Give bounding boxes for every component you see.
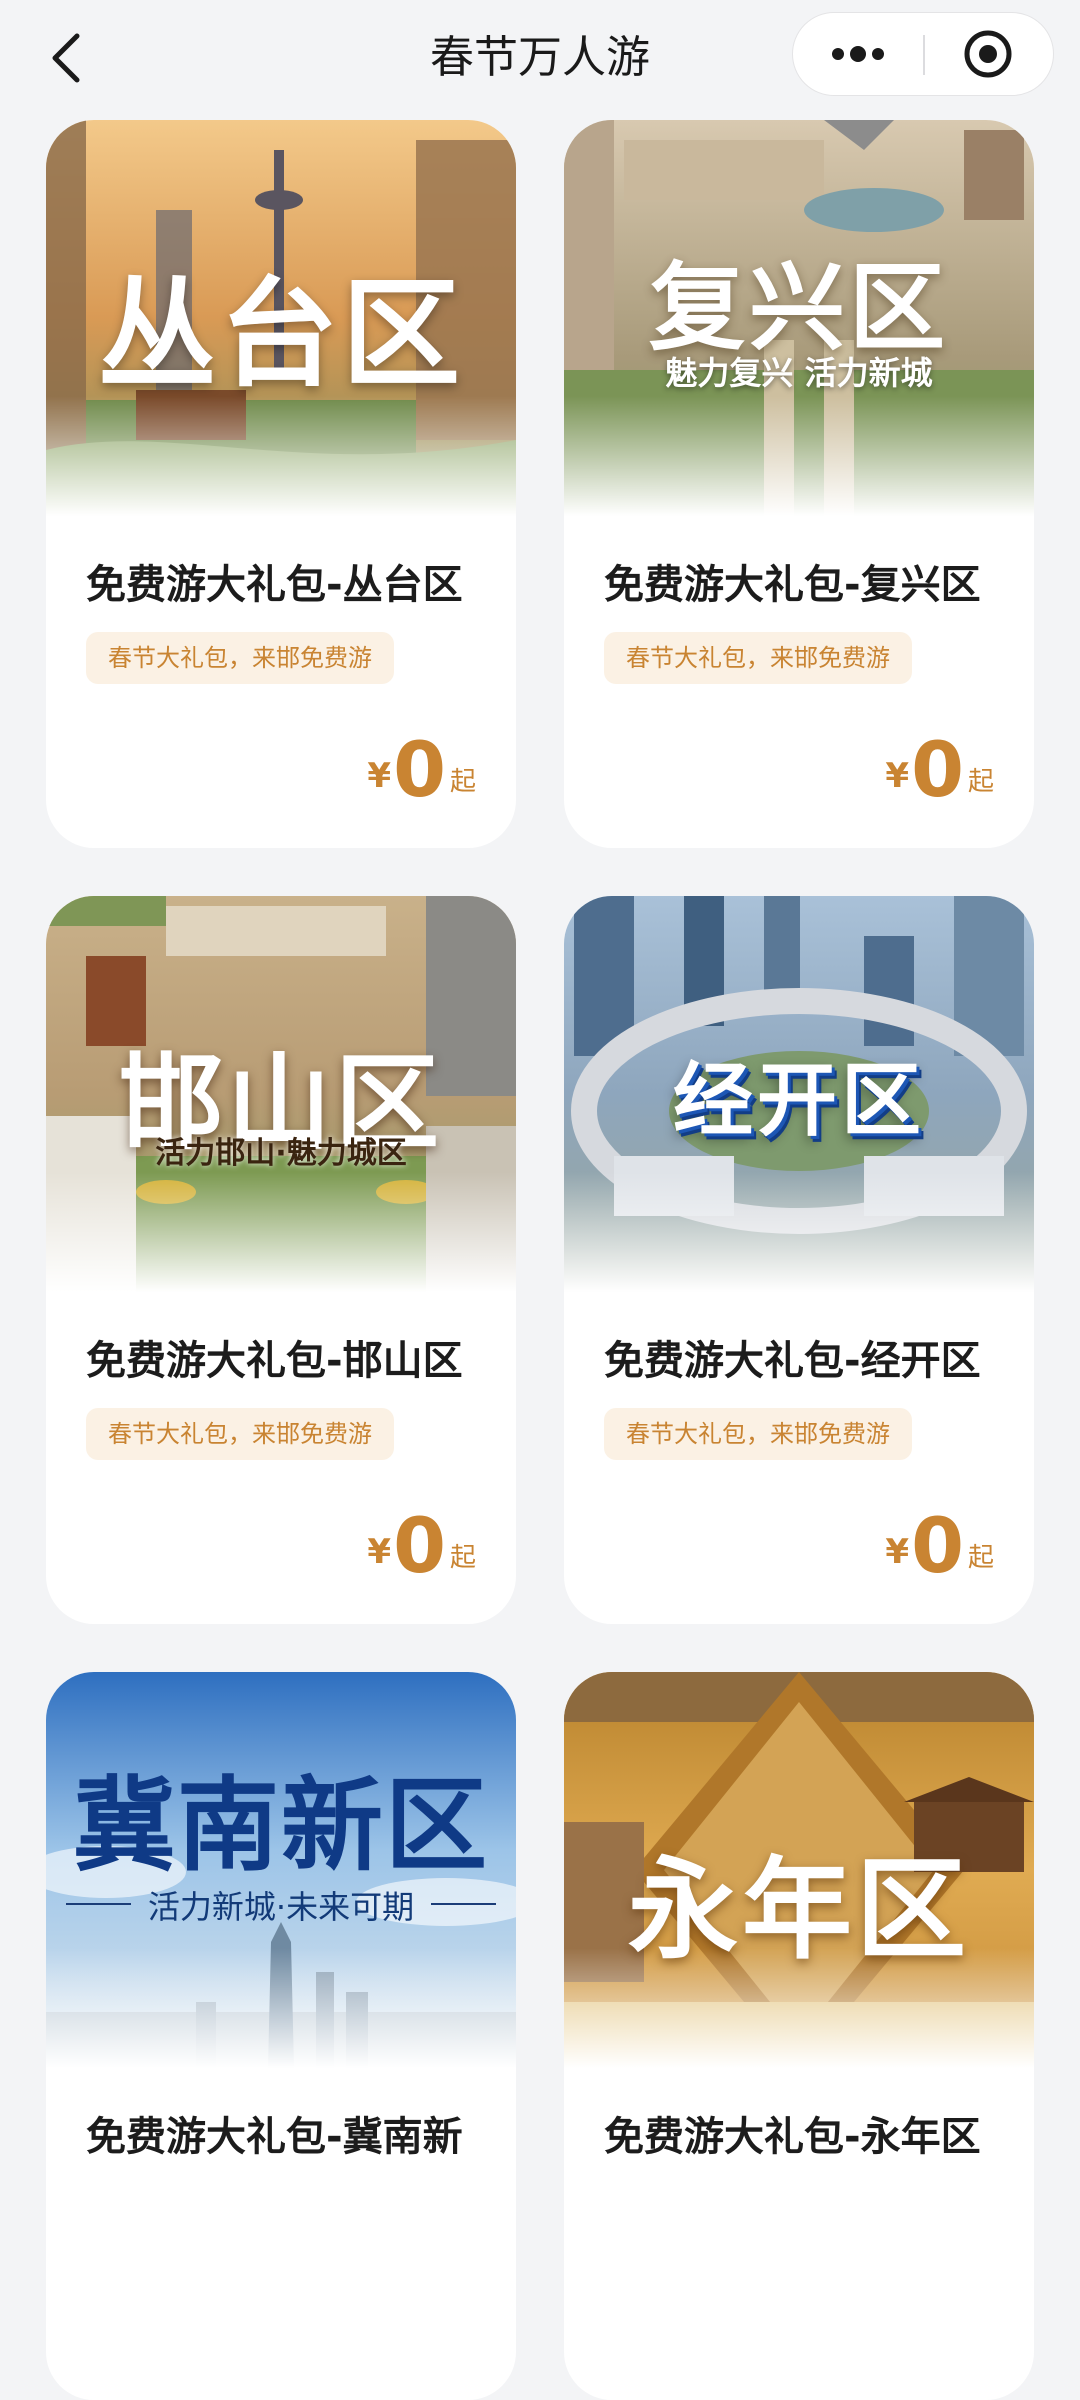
card-title: 免费游大礼包-经开区 (604, 1338, 981, 1384)
card-title: 免费游大礼包-邯山区 (86, 1338, 463, 1384)
package-card-jinan[interactable]: 冀南新区 活力新城·未来可期 免费游大礼包-冀南新 (46, 1672, 516, 2400)
banner-title: 丛台区 (97, 264, 464, 403)
promo-tag: 春节大礼包，来邯免费游 (86, 632, 394, 684)
card-title: 免费游大礼包-丛台区 (86, 562, 463, 608)
banner-title: 经开区 (673, 1053, 925, 1147)
package-card-yongnian[interactable]: 永年区 免费游大礼包-永年区 (564, 1672, 1034, 2400)
banner-title: 冀南新区 (73, 1766, 489, 1886)
banner-fade (46, 396, 516, 516)
banner-subtitle: 活力新城·未来可期 (147, 1888, 415, 1926)
card-title: 免费游大礼包-冀南新 (86, 2114, 463, 2160)
price-suffix: 起 (967, 1543, 994, 1573)
card-banner: 复兴区 魅力复兴 活力新城 (564, 120, 1034, 516)
price-suffix: 起 (449, 767, 476, 797)
price-value: 0 (911, 725, 964, 814)
banner-title: 永年区 (628, 1845, 970, 1974)
more-dots-icon (832, 46, 884, 62)
card-banner: 邯山区 活力邯山·魅力城区 (46, 896, 516, 1292)
price: ¥ 0 起 (367, 1496, 476, 1586)
price-value: 0 (393, 725, 446, 814)
banner-fade (46, 1172, 516, 1292)
close-miniapp-button[interactable] (923, 13, 1053, 95)
banner-subtitle: 魅力复兴 活力新城 (665, 354, 933, 392)
package-card-jingkai[interactable]: 经开区 免费游大礼包-经开区 春节大礼包，来邯免费游 ¥ 0 起 (564, 896, 1034, 1624)
package-card-fuxing[interactable]: 复兴区 魅力复兴 活力新城 免费游大礼包-复兴区 春节大礼包，来邯免费游 ¥ 0… (564, 120, 1034, 848)
promo-tag: 春节大礼包，来邯免费游 (86, 1408, 394, 1460)
miniapp-capsule (792, 12, 1054, 96)
promo-tag: 春节大礼包，来邯免费游 (604, 1408, 912, 1460)
banner-fade (46, 1948, 516, 2068)
banner-fade (564, 396, 1034, 516)
card-title: 免费游大礼包-永年区 (604, 2114, 981, 2160)
price-value: 0 (393, 1501, 446, 1590)
back-button[interactable] (36, 22, 96, 94)
chevron-left-icon (52, 33, 80, 83)
banner-fade (564, 1172, 1034, 1292)
package-card-hanshan[interactable]: 邯山区 活力邯山·魅力城区 免费游大礼包-邯山区 春节大礼包，来邯免费游 ¥ 0… (46, 896, 516, 1624)
package-grid: 丛台区 免费游大礼包-丛台区 春节大礼包，来邯免费游 ¥ 0 起 复兴区 魅力复… (46, 120, 1034, 2400)
price-suffix: 起 (967, 767, 994, 797)
package-card-congtai[interactable]: 丛台区 免费游大礼包-丛台区 春节大礼包，来邯免费游 ¥ 0 起 (46, 120, 516, 848)
price-currency: ¥ (885, 756, 910, 796)
price: ¥ 0 起 (885, 1496, 994, 1586)
card-banner: 经开区 (564, 896, 1034, 1292)
card-title: 免费游大礼包-复兴区 (604, 562, 981, 608)
price: ¥ 0 起 (367, 720, 476, 810)
promo-tag: 春节大礼包，来邯免费游 (604, 632, 912, 684)
price-value: 0 (911, 1501, 964, 1590)
top-nav-bar: 春节万人游 (0, 0, 1080, 116)
target-circle-icon (964, 30, 1012, 78)
more-button[interactable] (793, 13, 923, 95)
price-suffix: 起 (449, 1543, 476, 1573)
price-currency: ¥ (885, 1532, 910, 1572)
price-currency: ¥ (367, 1532, 392, 1572)
price: ¥ 0 起 (885, 720, 994, 810)
banner-subtitle: 活力邯山·魅力城区 (155, 1136, 407, 1171)
price-currency: ¥ (367, 756, 392, 796)
card-banner: 永年区 (564, 1672, 1034, 2068)
card-banner: 丛台区 (46, 120, 516, 516)
card-banner: 冀南新区 活力新城·未来可期 (46, 1672, 516, 2068)
